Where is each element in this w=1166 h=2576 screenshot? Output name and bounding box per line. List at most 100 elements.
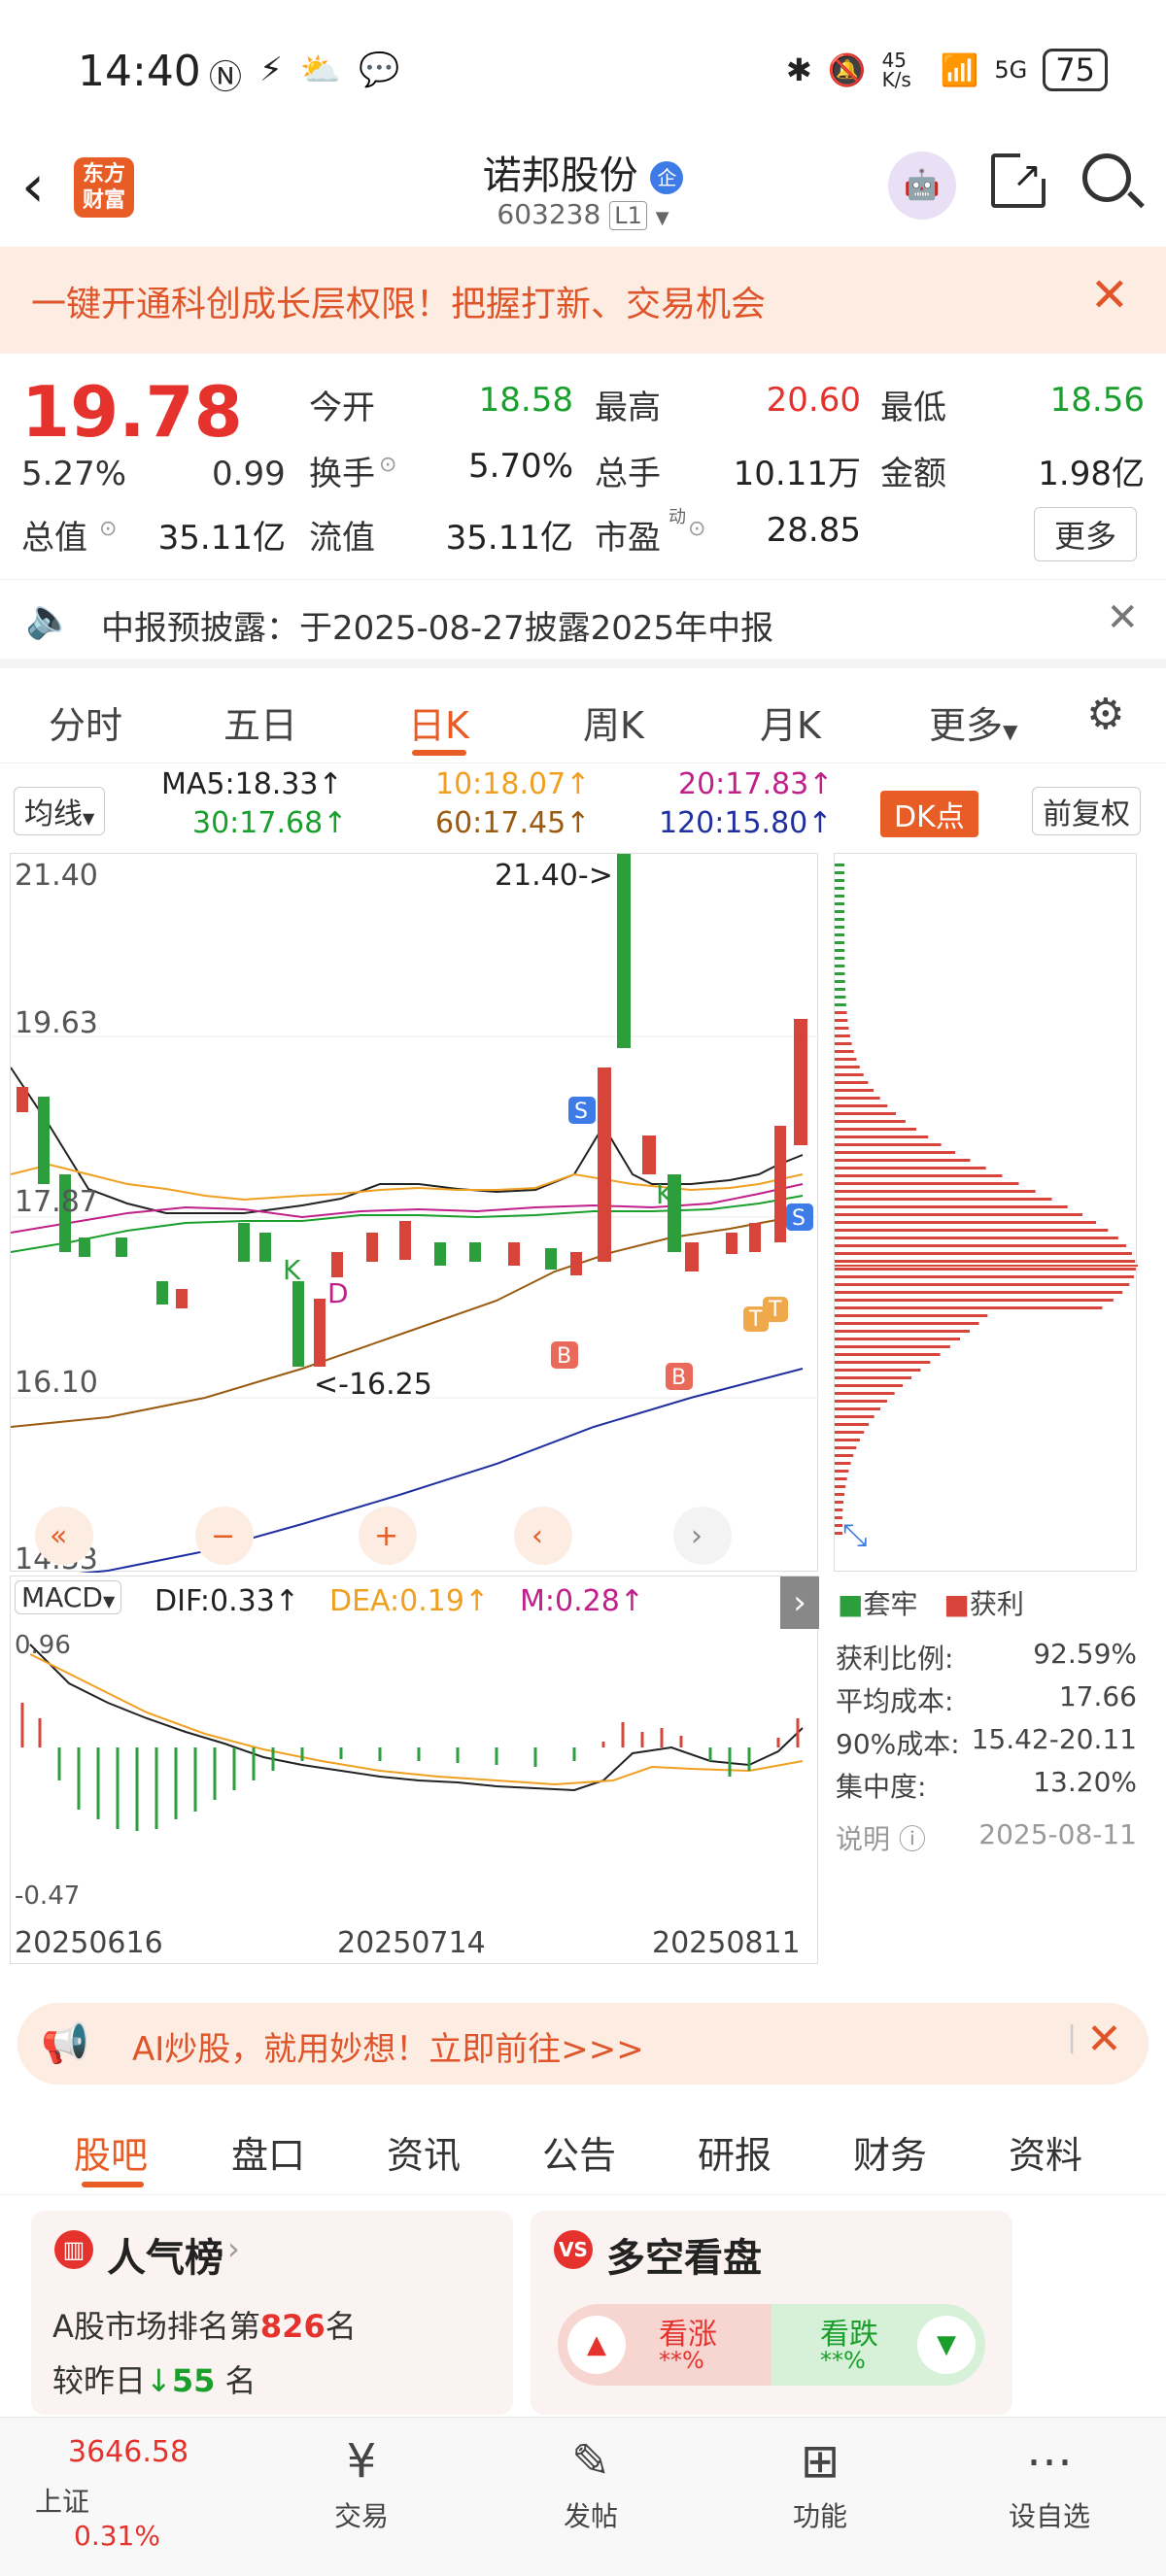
macd-chart[interactable]: MACD▼ DIF:0.33↑ DEA:0.19↑ M:0.28↑ › 0.96… [10,1576,819,1964]
info-icon[interactable]: ⊙ [379,453,396,477]
gear-icon[interactable]: ⚙ [1086,690,1124,739]
tab-profile[interactable]: 资料 [1009,2125,1082,2179]
tab-daily-k[interactable]: 日K [408,695,469,749]
dropdown-icon: ▼ [655,208,669,228]
vote-down-button[interactable]: 看跌 **% ▼ [772,2304,985,2386]
close-icon[interactable]: ✕ [1106,595,1139,640]
triangle-down-icon: ▼ [917,2316,976,2374]
volume-label: 总手 [595,455,661,493]
rewind-icon[interactable]: « [50,1519,67,1553]
more-button[interactable]: 更多 [1034,507,1138,561]
tab-more[interactable]: 更多▼ [929,695,1017,749]
turnover-label: 换手 [309,455,375,493]
tab-monthly-k[interactable]: 月K [760,695,821,749]
share-icon[interactable]: ↗ [991,152,1047,208]
index-widget[interactable]: 3646.58 上证0.31% [35,2435,190,2552]
weather-icon: ⛅ [299,51,342,89]
disclosure-notice[interactable]: 🔈 中报预披露：于2025-08-27披露2025年中报 ✕ [0,579,1166,668]
chip-bar [835,910,845,913]
tab-intraday[interactable]: 分时 [49,695,122,749]
chip-bar [835,949,845,952]
zoom-in-icon[interactable]: + [374,1519,398,1553]
rank-line: A股市场排名第826名 [52,2302,357,2347]
notice-text: 中报预披露：于2025-08-27披露2025年中报 [101,609,774,648]
stat-value: 13.20% [1033,1766,1137,1798]
chip-distribution[interactable]: ⤡ [834,853,1138,1572]
indicator-selector[interactable]: 均线▼ [14,787,106,835]
chip-bar [835,1532,842,1535]
chip-bar [835,1011,847,1014]
chip-bar [835,1431,865,1434]
adjust-button[interactable]: 前复权 [1032,787,1141,835]
chip-bar [835,1407,880,1410]
close-icon[interactable]: ✕ [1086,2015,1122,2064]
next-icon[interactable]: › [691,1519,703,1553]
chip-bar [835,1477,847,1480]
ma5-line [10,1067,804,1214]
dk-point-button[interactable]: DK点 [880,791,978,837]
chip-bar [835,1221,1097,1224]
nav-watchlist[interactable]: ⋯ 设自选 [972,2427,1127,2534]
assistant-avatar[interactable]: 🤖 [888,152,956,220]
vote-up-button[interactable]: ▲ 看涨 **% [558,2304,772,2386]
chip-bar [835,1190,1036,1193]
nav-trade[interactable]: ¥ 交易 [284,2427,439,2534]
chip-bar [835,1159,971,1162]
battery-icon: 75 [1043,49,1108,91]
chip-bar [835,1128,916,1131]
marker-k: K [656,1178,674,1210]
tab-indicator [412,750,466,756]
chip-bar [835,1151,956,1154]
expand-icon[interactable]: › [780,1576,819,1629]
nfc-icon: Ⓝ [209,58,242,97]
chip-bar [835,1454,854,1457]
stat-row: 90%成本: 15.42-20.11 [836,1723,1137,1762]
tab-announcements[interactable]: 公告 [542,2125,616,2179]
close-icon[interactable]: ✕ [1090,268,1129,322]
high-annotation: 21.40-> [495,859,613,893]
chip-bar [835,1314,988,1317]
kline-chart[interactable]: 21.40 19.63 17.87 16.10 14.33 21.40-> <-… [10,853,819,1581]
pe-label: 市盈 [595,519,661,558]
search-icon[interactable] [1082,153,1145,209]
chip-bar [835,957,845,960]
expand-chip-icon[interactable]: ⤡ [842,1516,868,1553]
rank-suffix: 名 [325,2308,357,2345]
index-value: 3646.58 [68,2435,189,2469]
macd-selector[interactable]: MACD▼ [15,1580,122,1614]
zoom-out-icon[interactable]: − [211,1519,235,1553]
chip-bar [835,918,845,921]
chip-bar [835,1369,921,1372]
prev-icon[interactable]: ‹ [532,1519,543,1553]
chip-svg: ⤡ [835,864,1138,1553]
amount-value: 1.98亿 [1038,455,1145,493]
current-price: 19.78 [21,371,243,453]
note-row[interactable]: 说明 ⓘ 2025-08-11 [836,1818,1137,1857]
change-suffix: 名 [224,2362,257,2399]
tab-finance[interactable]: 财务 [853,2125,927,2179]
notification-icons: Ⓝ ⚡ ⛅ 💬 [209,51,400,98]
popularity-card[interactable]: ▥ 人气榜 › A股市场排名第826名 较昨日↓55 名 [31,2211,513,2415]
vs-icon: VS [554,2230,593,2269]
y-label-4: 16.10 [15,1366,98,1400]
high-value: 20.60 [766,381,861,420]
stat-row: 集中度: 13.20% [836,1766,1137,1805]
ai-banner[interactable]: 📢 AI炒股，就用妙想！立即前往>>> | ✕ [17,2003,1149,2085]
tab-five-day[interactable]: 五日 [223,695,297,749]
tab-weekly-k[interactable]: 周K [583,695,644,749]
tab-orderbook[interactable]: 盘口 [231,2125,305,2179]
tab-research[interactable]: 研报 [698,2125,772,2179]
chart-controls[interactable]: « − + ‹ › [35,1507,732,1565]
rank-value: 826 [259,2308,326,2345]
tab-more-label: 更多 [929,704,1004,747]
tab-forum[interactable]: 股吧 [74,2125,148,2179]
tab-news[interactable]: 资讯 [387,2125,461,2179]
ma20: 20:17.83↑ [678,767,834,801]
popularity-title: 人气榜 [107,2236,223,2281]
info-icon[interactable]: ⊙ [99,517,117,541]
promo-banner[interactable]: 一键开通科创成长层权限！把握打新、交易机会 ✕ [0,247,1166,354]
nav-features[interactable]: ⊞ 功能 [742,2427,898,2534]
sentiment-card[interactable]: VS 多空看盘 ▲ 看涨 **% 看跌 **% ▼ [531,2211,1012,2415]
nav-post[interactable]: ✎ 发帖 [513,2427,669,2534]
chip-bar [835,996,846,999]
